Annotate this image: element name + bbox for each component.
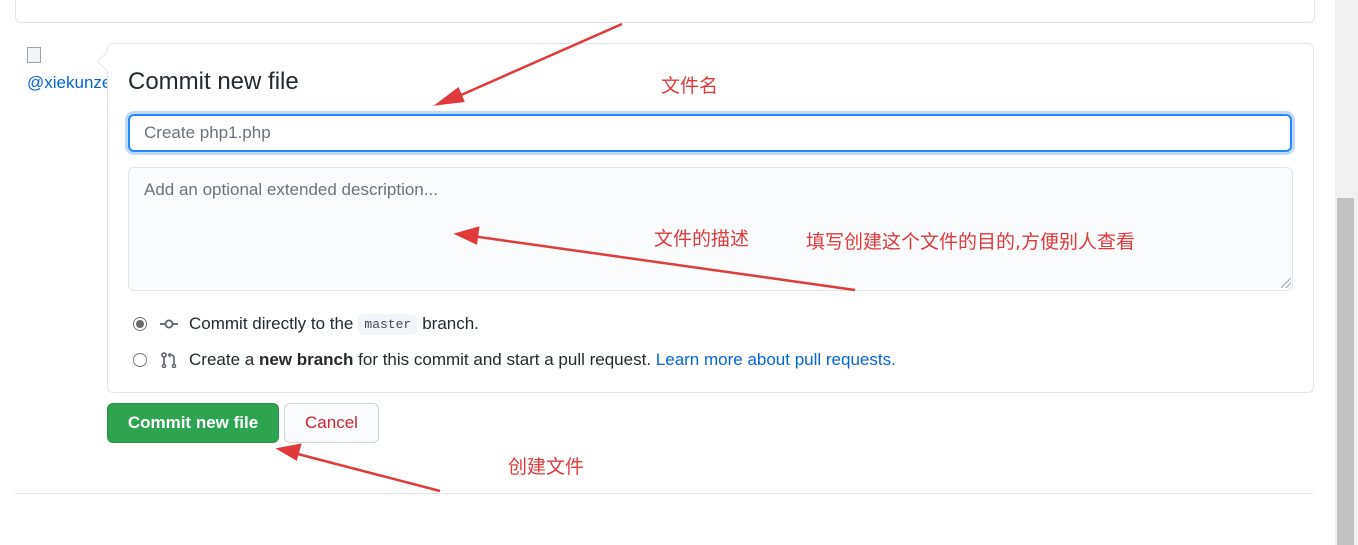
commit-new-file-button[interactable]: Commit new file	[107, 403, 279, 443]
commit-summary-input[interactable]	[128, 114, 1292, 152]
commit-direct-suffix: branch.	[422, 314, 479, 333]
commit-direct-option[interactable]: Commit directly to the master branch.	[133, 311, 479, 337]
cancel-button[interactable]: Cancel	[284, 403, 379, 443]
broken-image-icon	[27, 47, 41, 63]
annotation-purpose: 填写创建这个文件的目的,方便别人查看	[806, 231, 1136, 253]
learn-more-pull-requests-link[interactable]: Learn more about pull requests.	[656, 350, 896, 370]
new-branch-emphasis: new branch	[258, 350, 354, 369]
previous-section-box	[15, 0, 1315, 23]
annotation-filename: 文件名	[661, 75, 719, 97]
annotation-description: 文件的描述	[654, 228, 750, 250]
new-branch-prefix: Create a	[189, 350, 255, 369]
branch-name-badge: master	[358, 313, 418, 335]
avatar[interactable]: @xiekunze	[27, 44, 111, 96]
avatar-alt-text: @xiekunze	[27, 73, 112, 92]
new-branch-radio[interactable]	[133, 353, 147, 367]
section-divider	[15, 493, 1313, 494]
commit-direct-prefix: Commit directly to the	[189, 314, 354, 333]
new-branch-suffix: for this commit and start a pull request…	[358, 350, 652, 369]
git-commit-icon	[160, 319, 178, 329]
create-arrowhead	[275, 443, 302, 461]
commit-direct-radio[interactable]	[133, 317, 147, 331]
textarea-resize-handle[interactable]	[1281, 278, 1291, 288]
create-arrow	[293, 451, 441, 493]
annotation-create: 创建文件	[508, 456, 585, 478]
git-pull-request-icon	[161, 352, 177, 368]
vertical-scrollbar[interactable]	[1335, 0, 1358, 545]
commit-form-title: Commit new file	[128, 68, 299, 95]
scrollbar-thumb[interactable]	[1337, 198, 1354, 545]
new-branch-option[interactable]: Create a new branch for this commit and …	[133, 347, 896, 373]
